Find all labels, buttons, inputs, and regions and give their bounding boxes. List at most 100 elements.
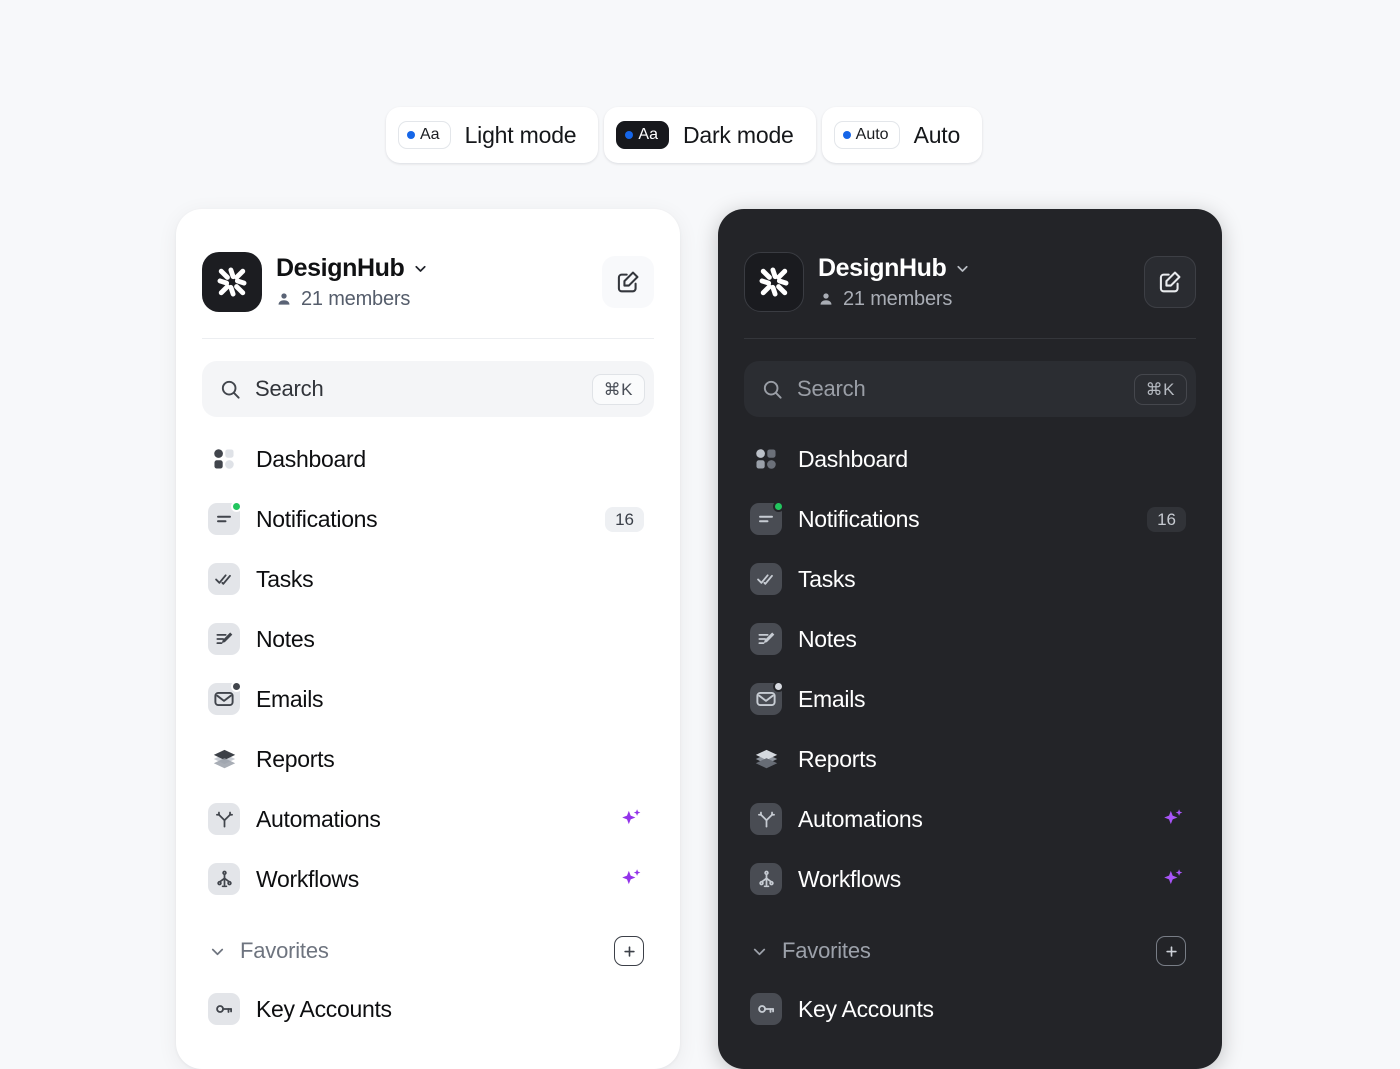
workspace-title-row[interactable]: DesignHub — [276, 254, 588, 283]
nav-item-automations[interactable]: Automations — [202, 789, 654, 849]
theme-option-light[interactable]: Aa Light mode — [386, 107, 598, 163]
layers-stack-icon — [208, 743, 240, 775]
accent-dot-icon — [407, 131, 415, 139]
envelope-icon — [208, 683, 240, 715]
search-section: Search ⌘K — [202, 339, 654, 429]
nav-label: Workflows — [256, 866, 602, 893]
nav-item-notes[interactable]: Notes — [744, 609, 1196, 669]
nav-label: Notes — [256, 626, 644, 653]
plus-icon — [1164, 944, 1179, 959]
theme-chip-dark: Aa — [616, 121, 669, 149]
notification-lines-icon — [208, 503, 240, 535]
nav-item-tasks[interactable]: Tasks — [744, 549, 1196, 609]
add-favorite-button[interactable] — [1156, 936, 1186, 966]
branch-fork-icon — [208, 803, 240, 835]
nav-item-dashboard[interactable]: Dashboard — [202, 429, 654, 489]
notification-badge: 16 — [1147, 507, 1186, 532]
workspace-header: DesignHub 21 members — [202, 209, 654, 338]
nav-item-key-accounts[interactable]: Key Accounts — [202, 979, 654, 1039]
ai-sparkle-icon — [1160, 806, 1186, 832]
compose-edit-button[interactable] — [1144, 256, 1196, 308]
theme-option-label: Dark mode — [683, 122, 794, 149]
nav-label: Emails — [256, 686, 644, 713]
workspace-name: DesignHub — [276, 254, 404, 283]
ai-sparkle-icon — [618, 866, 644, 892]
search-icon — [761, 378, 784, 401]
workspace-header: DesignHub 21 members — [744, 209, 1196, 338]
nav-label: Workflows — [798, 866, 1144, 893]
key-icon — [208, 993, 240, 1025]
nav-item-reports[interactable]: Reports — [744, 729, 1196, 789]
workspace-members: 21 members — [276, 288, 588, 311]
nav-label: Key Accounts — [256, 996, 644, 1023]
nav-label: Dashboard — [256, 446, 644, 473]
nav-item-notifications[interactable]: Notifications 16 — [202, 489, 654, 549]
accent-dot-icon — [843, 131, 851, 139]
chevron-down-icon[interactable] — [750, 942, 769, 961]
note-pencil-icon — [208, 623, 240, 655]
nav-item-notifications[interactable]: Notifications 16 — [744, 489, 1196, 549]
double-check-icon — [750, 563, 782, 595]
nav-item-emails[interactable]: Emails — [744, 669, 1196, 729]
nav-item-tasks[interactable]: Tasks — [202, 549, 654, 609]
nav-item-workflows[interactable]: Workflows — [744, 849, 1196, 909]
nav-item-reports[interactable]: Reports — [202, 729, 654, 789]
workspace-meta: DesignHub 21 members — [818, 254, 1130, 311]
plus-icon — [622, 944, 637, 959]
add-favorite-button[interactable] — [614, 936, 644, 966]
unread-status-dot-icon — [231, 681, 242, 692]
chevron-down-icon[interactable] — [208, 942, 227, 961]
unread-status-dot-icon — [773, 501, 784, 512]
nav-label: Automations — [256, 806, 602, 833]
nav-item-dashboard[interactable]: Dashboard — [744, 429, 1196, 489]
theme-chip-text: Aa — [638, 127, 658, 143]
theme-option-label: Auto — [914, 122, 961, 149]
nav-item-workflows[interactable]: Workflows — [202, 849, 654, 909]
sidebar-panel-dark: DesignHub 21 members — [718, 209, 1222, 1069]
search-shortcut-key: ⌘K — [1134, 374, 1187, 405]
dashboard-grid-icon — [208, 443, 240, 475]
unread-status-dot-icon — [773, 681, 784, 692]
search-placeholder: Search — [255, 376, 579, 402]
favorites-group-header[interactable]: Favorites — [744, 923, 1196, 979]
nav-label: Reports — [256, 746, 644, 773]
compose-edit-icon — [615, 269, 641, 295]
nav-item-key-accounts[interactable]: Key Accounts — [744, 979, 1196, 1039]
search-input[interactable]: Search ⌘K — [202, 361, 654, 417]
search-input[interactable]: Search ⌘K — [744, 361, 1196, 417]
primary-nav-light: Dashboard Notifications 16 Tasks — [202, 429, 654, 909]
members-count-label: 21 members — [843, 288, 952, 311]
nav-item-emails[interactable]: Emails — [202, 669, 654, 729]
nav-label: Notifications — [798, 506, 1131, 533]
theme-option-dark[interactable]: Aa Dark mode — [604, 107, 815, 163]
nav-label: Automations — [798, 806, 1144, 833]
favorites-label: Favorites — [240, 938, 601, 964]
layers-stack-icon — [750, 743, 782, 775]
favorites-label: Favorites — [782, 938, 1143, 964]
nav-item-automations[interactable]: Automations — [744, 789, 1196, 849]
envelope-icon — [750, 683, 782, 715]
designhub-pinwheel-logo-icon — [202, 252, 262, 312]
person-icon — [276, 291, 292, 307]
nav-item-notes[interactable]: Notes — [202, 609, 654, 669]
favorites-group-header[interactable]: Favorites — [202, 923, 654, 979]
workflow-node-icon — [750, 863, 782, 895]
theme-option-auto[interactable]: Auto Auto — [822, 107, 982, 163]
workspace-title-row[interactable]: DesignHub — [818, 254, 1130, 283]
nav-label: Tasks — [798, 566, 1186, 593]
theme-chip-text: Auto — [856, 127, 889, 143]
chevron-down-icon — [412, 260, 429, 277]
workspace-name: DesignHub — [818, 254, 946, 283]
workspace-members: 21 members — [818, 288, 1130, 311]
theme-option-label: Light mode — [465, 122, 577, 149]
workspace-meta: DesignHub 21 members — [276, 254, 588, 311]
person-icon — [818, 291, 834, 307]
compose-edit-icon — [1157, 269, 1183, 295]
note-pencil-icon — [750, 623, 782, 655]
nav-label: Reports — [798, 746, 1186, 773]
ai-sparkle-icon — [618, 806, 644, 832]
chevron-down-icon — [954, 260, 971, 277]
theme-chip-text: Aa — [420, 127, 440, 143]
compose-edit-button[interactable] — [602, 256, 654, 308]
nav-label: Notes — [798, 626, 1186, 653]
